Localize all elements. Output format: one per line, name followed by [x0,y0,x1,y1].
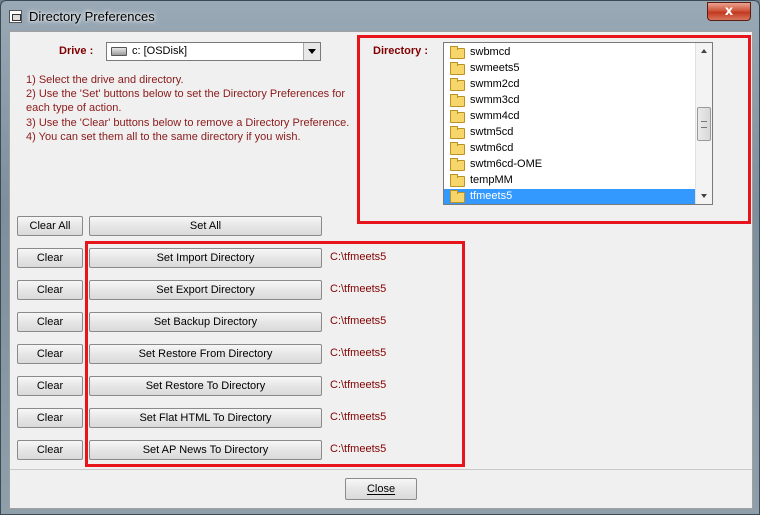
app-icon [9,10,22,23]
instruction-line: each type of action. [26,102,122,115]
clear-all-button[interactable]: Clear All [17,216,83,236]
directory-preferences-window: Directory Preferences x Drive : c: [OSDi… [0,0,760,515]
instruction-line: 4) You can set them all to the same dire… [26,130,301,143]
chevron-down-icon[interactable] [303,43,320,60]
set-all-button[interactable]: Set All [89,216,322,236]
drive-dropdown[interactable]: c: [OSDisk] [106,42,321,61]
instruction-line: 3) Use the 'Clear' buttons below to remo… [26,116,350,129]
clear-restore-to-button[interactable]: Clear [17,376,83,396]
dialog-body: Drive : c: [OSDisk] 1) Select the drive … [9,31,753,509]
highlight-directory-box [357,35,751,224]
instruction-line: 1) Select the drive and directory. [26,74,184,86]
highlight-set-buttons [85,241,465,467]
hard-drive-icon [111,47,127,56]
drive-value: c: [OSDisk] [132,45,188,57]
instruction-line: 2) Use the 'Set' buttons below to set th… [26,88,346,101]
clear-restore-from-button[interactable]: Clear [17,344,83,364]
clear-ap-news-button[interactable]: Clear [17,440,83,460]
drive-label: Drive : [59,45,94,57]
window-close-button[interactable]: x [707,2,751,21]
footer-divider [10,469,752,470]
clear-export-button[interactable]: Clear [17,280,83,300]
clear-flat-html-button[interactable]: Clear [17,408,83,428]
title-bar[interactable]: Directory Preferences x [1,1,759,31]
close-button[interactable]: Close [345,478,417,500]
clear-import-button[interactable]: Clear [17,248,83,268]
window-title: Directory Preferences [29,9,155,24]
instructions-text: 1) Select the drive and directory. 2) Us… [26,73,356,144]
clear-backup-button[interactable]: Clear [17,312,83,332]
